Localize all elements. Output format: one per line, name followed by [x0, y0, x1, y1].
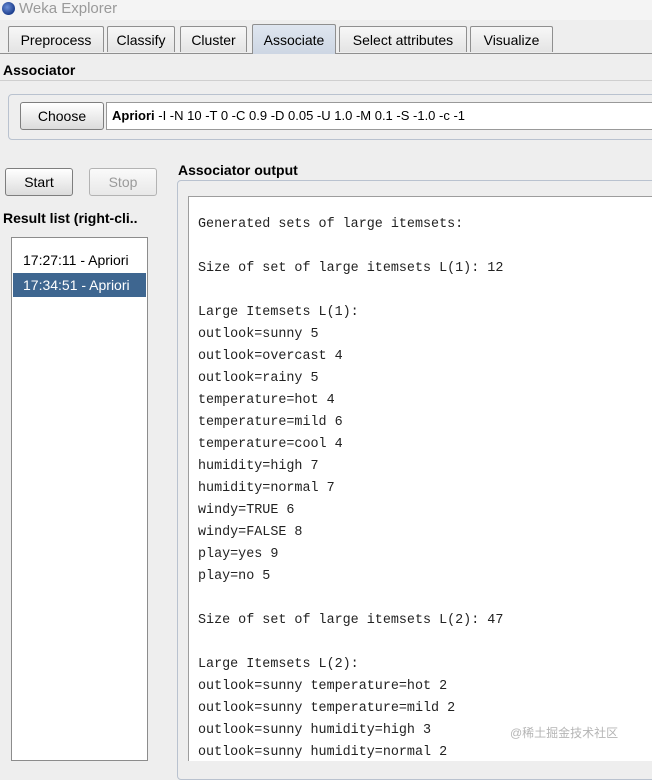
tab-associate[interactable]: Associate: [252, 24, 336, 54]
associator-section-label: Associator: [3, 62, 76, 78]
associator-config-field[interactable]: Apriori -I -N 10 -T 0 -C 0.9 -D 0.05 -U …: [106, 102, 652, 130]
output-line: outlook=rainy 5: [198, 371, 319, 386]
output-line: Size of set of large itemsets L(1): 12: [198, 261, 504, 276]
output-line: outlook=sunny temperature=hot 2: [198, 679, 448, 694]
tab-select-attributes[interactable]: Select attributes: [339, 26, 467, 52]
output-line: outlook=sunny humidity=normal 2: [198, 745, 448, 760]
result-list-item-selected[interactable]: 17:34:51 - Apriori: [13, 273, 146, 297]
output-line: outlook=overcast 4: [198, 349, 343, 364]
output-line: play=yes 9: [198, 547, 279, 562]
output-line: temperature=cool 4: [198, 437, 343, 452]
result-list: 17:27:11 - Apriori 17:34:51 - Apriori: [11, 237, 148, 761]
output-line: Large Itemsets L(2):: [198, 657, 359, 672]
title-bar: Weka Explorer: [0, 0, 652, 20]
output-title: Associator output: [178, 162, 298, 178]
tab-preprocess[interactable]: Preprocess: [8, 26, 104, 52]
output-line: Generated sets of large itemsets:: [198, 217, 464, 232]
stop-button[interactable]: Stop: [89, 168, 157, 196]
algorithm-name: Apriori: [112, 108, 155, 123]
weka-logo-icon: [2, 2, 15, 15]
output-line: Large Itemsets L(1):: [198, 305, 359, 320]
tab-cluster[interactable]: Cluster: [180, 26, 247, 52]
result-list-title: Result list (right-cli..: [3, 210, 138, 226]
output-line: windy=TRUE 6: [198, 503, 295, 518]
algorithm-options: -I -N 10 -T 0 -C 0.9 -D 0.05 -U 1.0 -M 0…: [154, 108, 466, 123]
output-line: Size of set of large itemsets L(2): 47: [198, 613, 504, 628]
output-line: outlook=sunny 5: [198, 327, 319, 342]
result-list-item[interactable]: 17:27:11 - Apriori: [13, 248, 146, 272]
associator-output-text[interactable]: Generated sets of large itemsets: Size o…: [188, 196, 652, 761]
watermark: @稀土掘金技术社区: [510, 726, 619, 740]
output-line: outlook=sunny humidity=high 3: [198, 723, 432, 738]
tab-visualize[interactable]: Visualize: [470, 26, 553, 52]
output-line: outlook=sunny temperature=mild 2: [198, 701, 456, 716]
window-title: Weka Explorer: [19, 0, 118, 17]
choose-button[interactable]: Choose: [20, 102, 104, 130]
section-divider: [0, 80, 652, 81]
output-line: play=no 5: [198, 569, 271, 584]
output-line: humidity=normal 7: [198, 481, 335, 496]
output-line: humidity=high 7: [198, 459, 319, 474]
tab-classify[interactable]: Classify: [107, 26, 175, 52]
output-line: windy=FALSE 8: [198, 525, 303, 540]
output-line: temperature=hot 4: [198, 393, 335, 408]
start-button[interactable]: Start: [5, 168, 73, 196]
output-line: temperature=mild 6: [198, 415, 343, 430]
tab-bar: Preprocess Classify Cluster Associate Se…: [0, 21, 652, 54]
